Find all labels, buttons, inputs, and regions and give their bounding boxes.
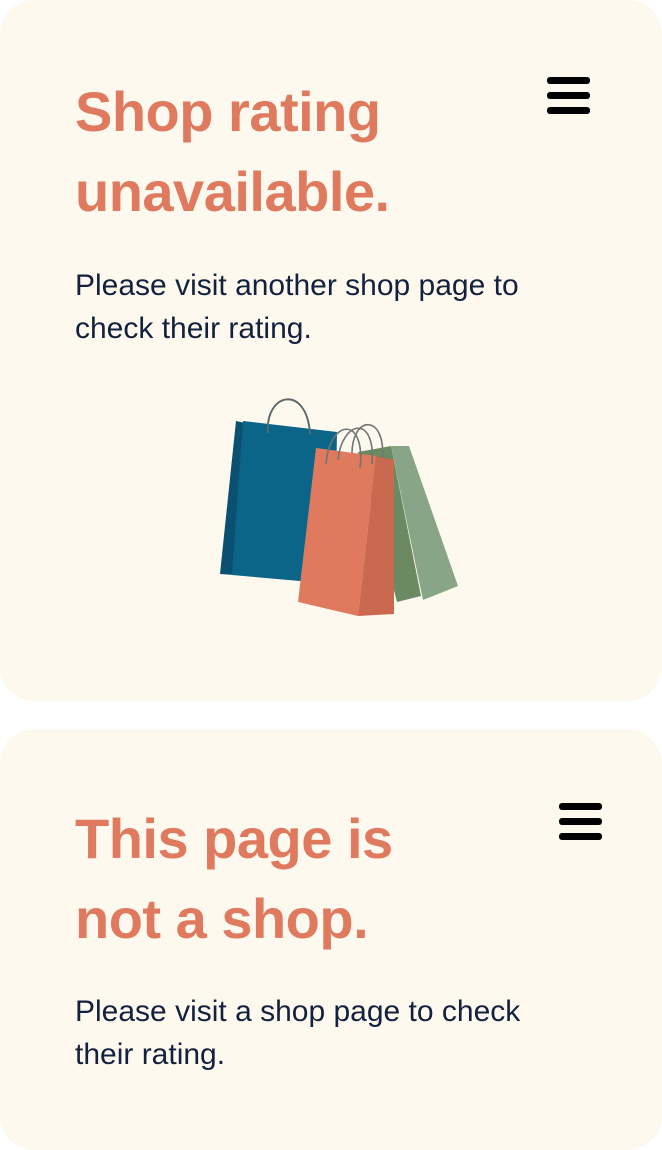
menu-bar-top — [559, 803, 602, 810]
shopping-bags-icon — [220, 398, 458, 616]
menu-bar-bottom — [559, 833, 602, 840]
title-line-1: This page is — [75, 807, 393, 870]
message-line-1: Please visit another shop page to — [75, 269, 519, 302]
menu-bar-middle — [559, 818, 602, 825]
card-title: This page is not a shop. — [75, 799, 515, 959]
title-line-2: not a shop. — [75, 887, 369, 950]
card-title: Shop rating unavailable. — [75, 72, 515, 232]
menu-bar-bottom — [547, 107, 590, 114]
title-line-1: Shop rating — [75, 80, 381, 143]
not-a-shop-card: This page is not a shop. Please visit a s… — [0, 729, 662, 1150]
card-message: Please visit another shop page to check t… — [75, 264, 575, 350]
rating-unavailable-card: Shop rating unavailable. Please visit ano… — [0, 0, 662, 701]
hamburger-menu-icon[interactable] — [547, 76, 591, 116]
card-message: Please visit a shop page to check their r… — [75, 990, 575, 1076]
hamburger-menu-icon[interactable] — [559, 802, 603, 842]
message-line-1: Please visit a shop page to check — [75, 995, 521, 1028]
menu-bar-middle — [547, 92, 590, 99]
message-line-2: check their rating. — [75, 312, 312, 345]
message-line-2: their rating. — [75, 1038, 226, 1071]
title-line-2: unavailable. — [75, 160, 390, 223]
menu-bar-top — [547, 77, 590, 84]
